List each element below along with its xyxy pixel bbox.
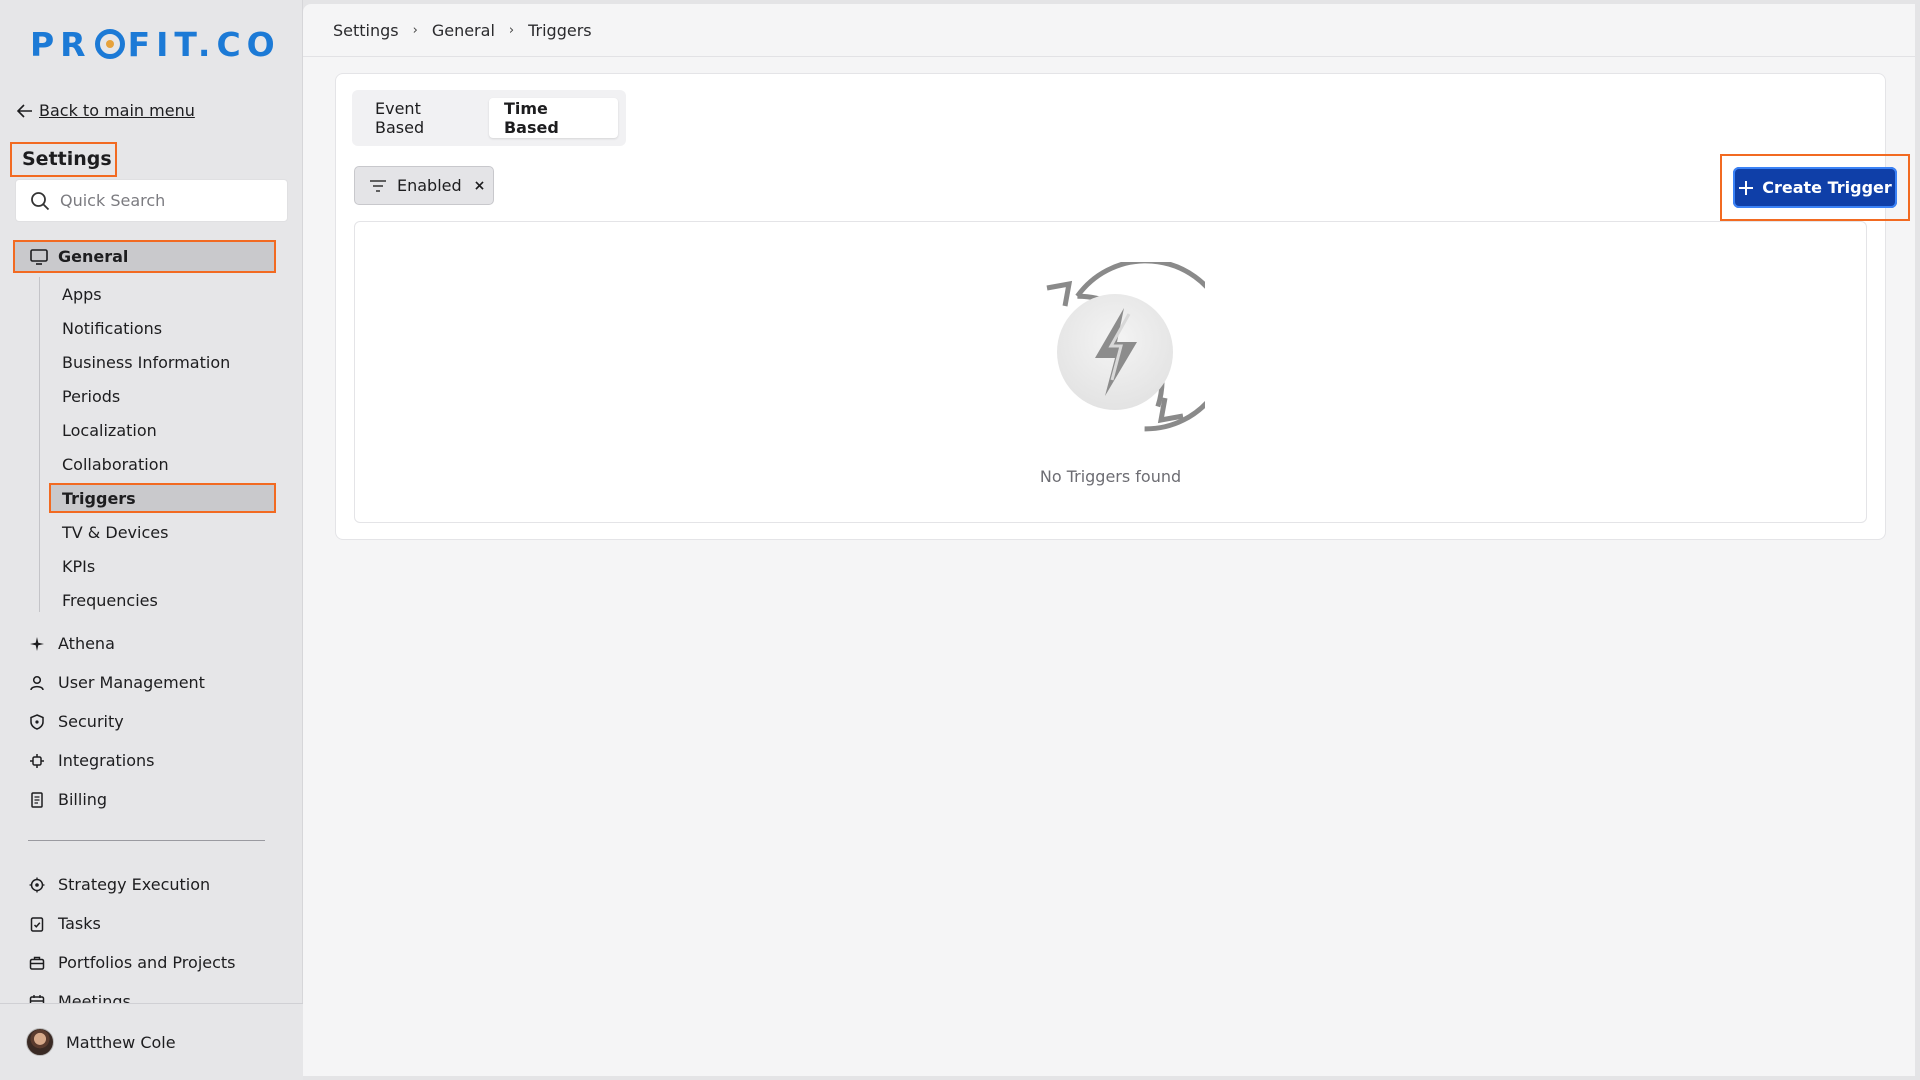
back-to-main-menu-link[interactable]: Back to main menu — [17, 101, 195, 120]
sidebar-item-collaboration[interactable]: Collaboration — [49, 447, 276, 481]
main-content: Settings › General › Triggers Event Base… — [303, 4, 1915, 1076]
breadcrumb-triggers: Triggers — [528, 21, 592, 40]
sidebar-item-apps[interactable]: Apps — [49, 277, 276, 311]
triggers-card: Event Based Time Based Enabled × Create … — [335, 73, 1910, 540]
trigger-type-tabs: Event Based Time Based — [352, 90, 626, 146]
breadcrumb-settings[interactable]: Settings — [333, 21, 399, 40]
create-trigger-button[interactable]: Create Trigger — [1733, 167, 1897, 208]
briefcase-icon — [28, 954, 46, 972]
general-subnav: Apps Notifications Business Information … — [39, 277, 276, 617]
sidebar-item-localization[interactable]: Localization — [49, 413, 276, 447]
filter-icon — [370, 179, 386, 192]
quick-search-input[interactable] — [60, 191, 280, 210]
create-trigger-highlight: Create Trigger — [1720, 154, 1910, 221]
sidebar-item-user-management[interactable]: User Management — [28, 663, 288, 702]
sidebar-item-athena[interactable]: Athena — [28, 624, 288, 663]
logo-text-left: PR — [30, 24, 92, 64]
back-link-label: Back to main menu — [39, 101, 195, 120]
breadcrumb: Settings › General › Triggers — [333, 21, 592, 40]
sidebar-item-security[interactable]: Security — [28, 702, 288, 741]
trigger-sync-icon — [1046, 262, 1205, 432]
filter-chip-label: Enabled — [397, 176, 462, 195]
breadcrumb-general[interactable]: General — [432, 21, 495, 40]
chevron-right-icon: › — [412, 23, 418, 38]
logo-target-icon — [94, 29, 125, 59]
user-avatar — [26, 1028, 54, 1056]
sidebar-item-integrations[interactable]: Integrations — [28, 741, 288, 780]
sidebar-item-billing[interactable]: Billing — [28, 780, 288, 819]
sidebar-item-triggers[interactable]: Triggers — [49, 483, 276, 513]
sidebar-item-general[interactable]: General — [13, 240, 276, 273]
sidebar-item-tv-devices[interactable]: TV & Devices — [49, 515, 276, 549]
shield-icon — [28, 713, 46, 731]
billing-icon — [28, 791, 46, 809]
monitor-icon — [30, 248, 48, 265]
sidebar: PR FIT.CO Back to main menu Settings Gen… — [0, 0, 303, 1080]
tab-time-based[interactable]: Time Based — [488, 98, 618, 138]
sidebar-item-athena-label: Athena — [58, 634, 115, 653]
logo-text-right: FIT.CO — [127, 24, 281, 64]
enabled-filter-chip[interactable]: Enabled × — [354, 166, 494, 205]
sparkle-icon — [28, 635, 46, 653]
sidebar-item-strategy-execution-label: Strategy Execution — [58, 875, 211, 894]
sidebar-item-tasks-label: Tasks — [58, 914, 101, 933]
sidebar-item-strategy-execution[interactable]: Strategy Execution — [28, 865, 288, 904]
sidebar-item-general-label: General — [58, 247, 129, 266]
integration-icon — [28, 752, 46, 770]
sidebar-item-notifications[interactable]: Notifications — [49, 311, 276, 345]
sidebar-item-portfolios-projects-label: Portfolios and Projects — [58, 953, 236, 972]
quick-search-box[interactable] — [15, 179, 288, 222]
empty-state-panel: No Triggers found — [354, 221, 1867, 523]
sidebar-item-user-management-label: User Management — [58, 673, 205, 692]
sidebar-item-billing-label: Billing — [58, 790, 108, 809]
plus-icon — [1739, 180, 1754, 195]
sidebar-item-business-information[interactable]: Business Information — [49, 345, 276, 379]
sidebar-item-integrations-label: Integrations — [58, 751, 155, 770]
sidebar-item-frequencies[interactable]: Frequencies — [49, 583, 276, 617]
sidebar-item-meetings[interactable]: Meetings — [28, 982, 288, 1005]
empty-state-text: No Triggers found — [1039, 467, 1182, 486]
remove-filter-icon[interactable]: × — [474, 178, 486, 194]
user-profile-bar[interactable]: Matthew Cole — [0, 1003, 303, 1080]
tab-event-based[interactable]: Event Based — [360, 98, 485, 138]
user-icon — [28, 674, 46, 692]
arrow-left-icon — [17, 103, 32, 118]
subnav-guide-line — [39, 277, 40, 612]
sidebar-item-tasks[interactable]: Tasks — [28, 904, 288, 943]
create-trigger-label: Create Trigger — [1762, 178, 1892, 197]
app-modules-nav: Strategy Execution Tasks Portfolios and … — [28, 865, 288, 1005]
user-name: Matthew Cole — [66, 1032, 176, 1052]
sidebar-item-security-label: Security — [58, 712, 124, 731]
settings-mainnav: Athena User Management Security Integrat… — [28, 624, 288, 819]
profit-co-logo[interactable]: PR FIT.CO — [30, 24, 281, 64]
target-icon — [28, 876, 46, 894]
search-icon — [31, 191, 50, 210]
sidebar-item-kpis[interactable]: KPIs — [49, 549, 276, 583]
settings-title: Settings — [10, 142, 117, 177]
chevron-right-icon: › — [508, 23, 515, 38]
sidebar-item-periods[interactable]: Periods — [49, 379, 276, 413]
task-icon — [28, 915, 46, 933]
sidebar-divider — [28, 840, 265, 841]
header-divider — [303, 56, 1915, 57]
sidebar-item-portfolios-projects[interactable]: Portfolios and Projects — [28, 943, 288, 982]
